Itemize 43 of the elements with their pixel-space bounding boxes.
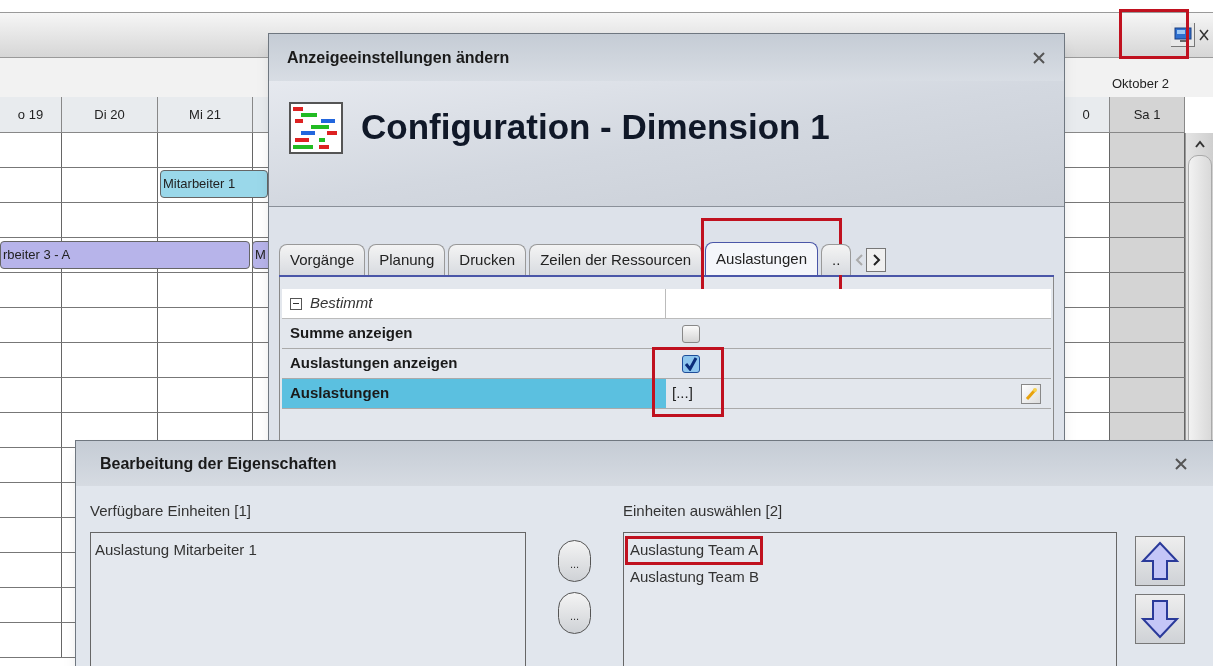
list-label: Verfügbare Einheiten [1] [90,501,252,521]
property-name[interactable]: Auslastungen [282,379,666,408]
list-label: Einheiten auswählen [2] [623,501,784,521]
day-header: Sa 1 [1110,97,1185,132]
close-icon[interactable] [1032,50,1046,65]
collapse-icon[interactable] [290,297,302,310]
transfer-button[interactable]: ... [558,540,591,582]
highlight-frame [1119,9,1189,59]
month-label: Oktober 2 [1111,74,1171,93]
tab[interactable]: Zeilen der Ressourcen [529,244,703,275]
chart-icon [289,101,343,154]
monitor-icon[interactable] [1171,23,1195,47]
tab[interactable]: Auslastungen [705,242,818,275]
list-item[interactable]: Auslastung Team A [628,539,761,562]
property-value: [...] [672,383,693,404]
category-label: Bestimmt [310,293,373,314]
checkbox[interactable] [682,324,700,343]
checkbox[interactable] [682,354,700,373]
tab[interactable]: Planung [368,244,446,275]
task-bar[interactable]: rbeiter 3 - A [0,241,250,269]
edit-icon[interactable] [1021,383,1041,404]
task-bar[interactable]: Mitarbeiter 1 [160,170,268,198]
banner-title: Configuration - Dimension 1 [361,106,830,149]
chevron-right-icon[interactable] [866,248,887,272]
dialog-title: Bearbeitung der Eigenschaften [100,453,337,474]
day-header: o 19 [0,97,62,132]
day-header: 0 [1063,97,1110,132]
arrow-down-icon[interactable] [1135,594,1185,644]
list-item[interactable]: Auslastung Team B [628,565,761,588]
list-item[interactable]: Auslastung Mitarbeiter 1 [94,539,258,562]
close-icon[interactable] [1174,456,1188,471]
dialog-title: Anzeigeeinstellungen ändern [287,47,510,68]
chevron-up-icon[interactable] [1193,139,1206,149]
day-header: Di 20 [62,97,158,132]
transfer-button[interactable]: ... [558,592,591,634]
close-icon[interactable] [1199,29,1209,41]
tab[interactable]: Vorgänge [279,244,366,275]
day-header: Mi 21 [158,97,253,132]
tab[interactable]: Drucken [448,244,527,275]
property-name[interactable]: Summe anzeigen [282,319,666,348]
tab[interactable]: .. [821,244,852,275]
property-name[interactable]: Auslastungen anzeigen [282,349,666,378]
arrow-up-icon[interactable] [1135,536,1185,586]
